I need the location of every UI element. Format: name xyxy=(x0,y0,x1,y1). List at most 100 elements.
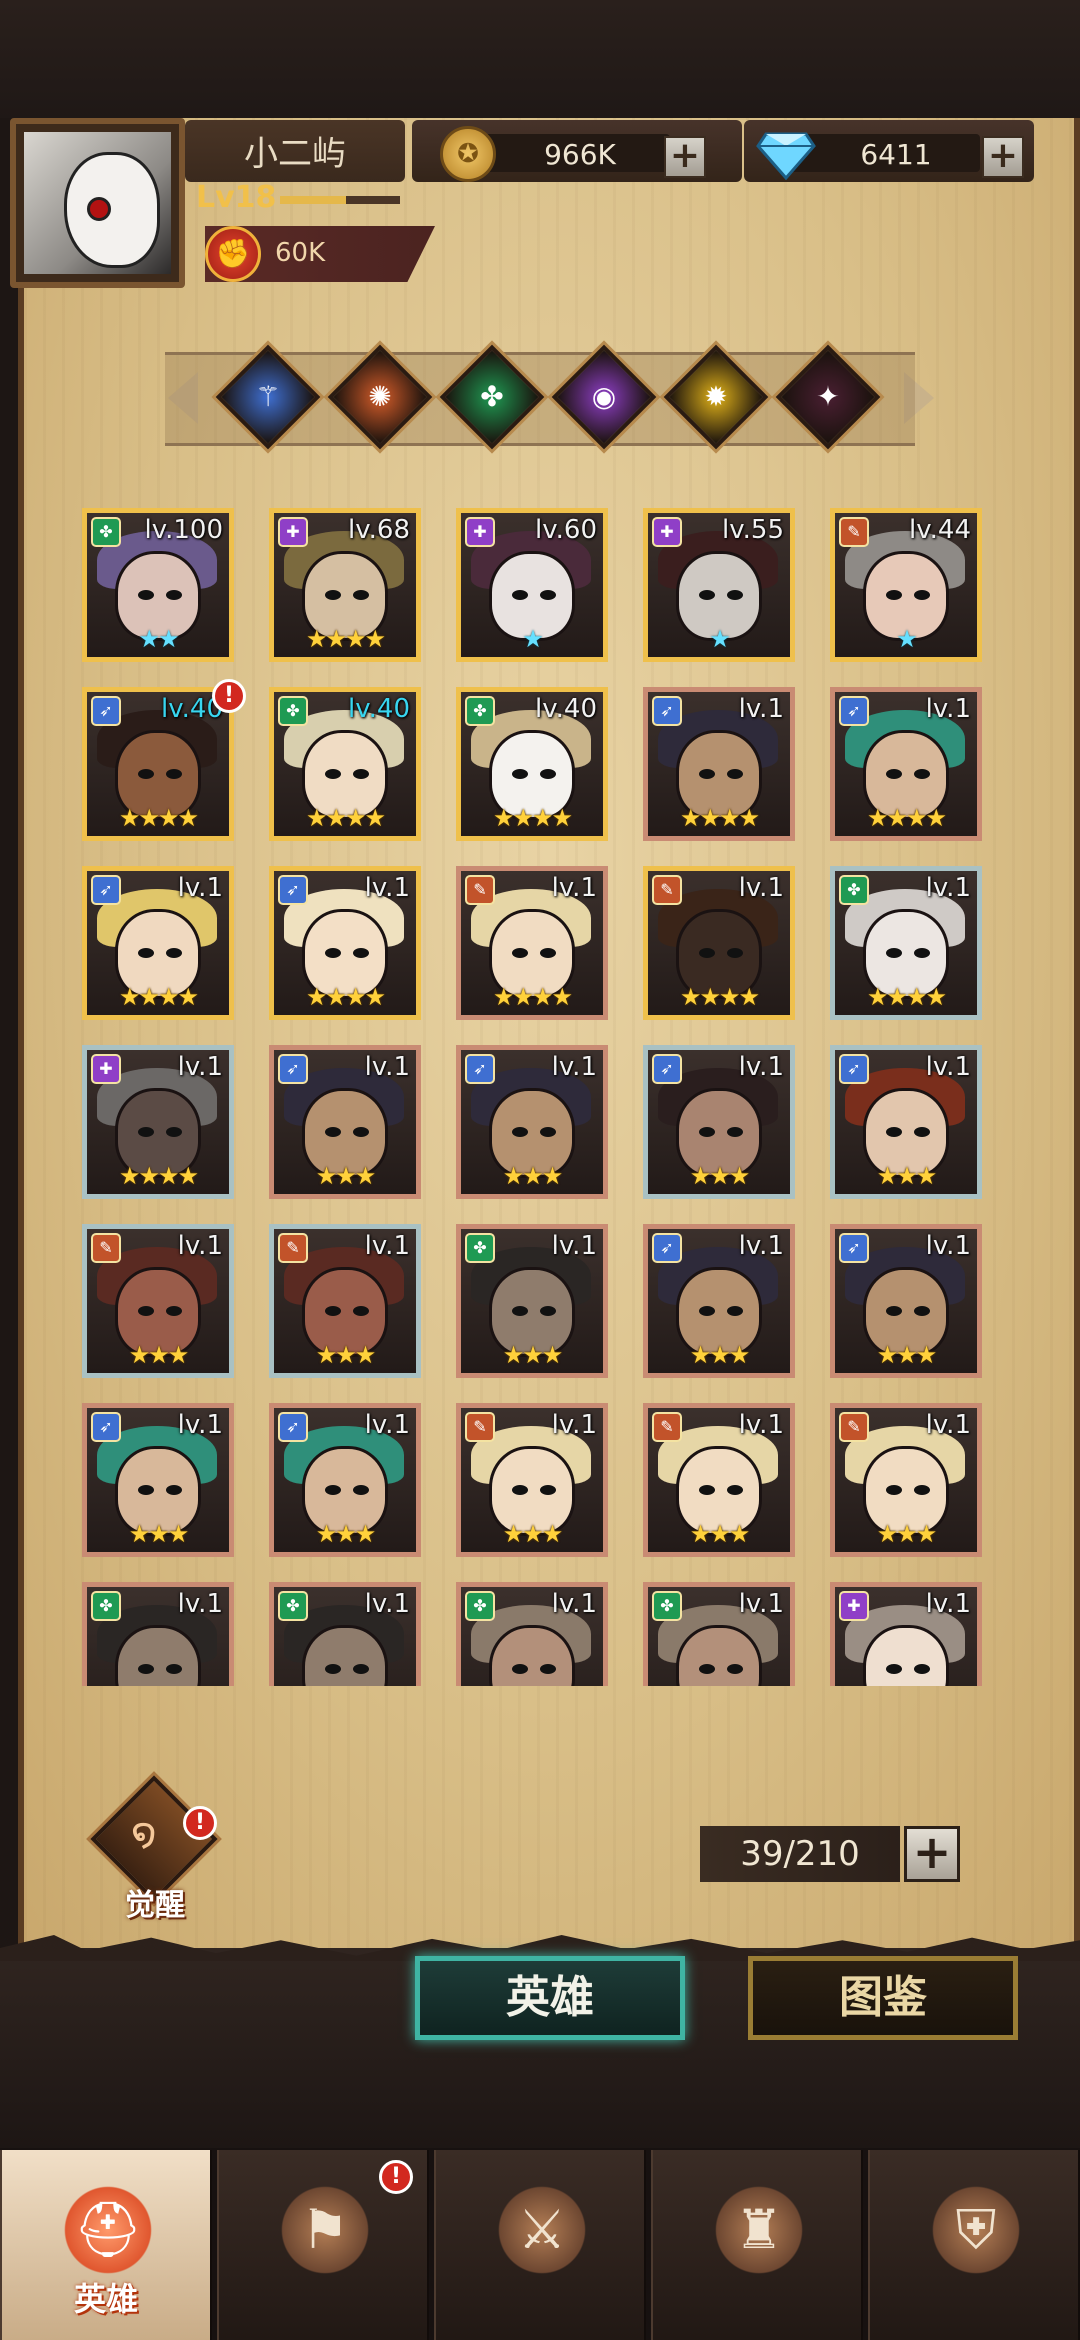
hero-level: lv.1 xyxy=(925,1410,971,1440)
hero-card[interactable]: ✎ lv.1 ★★★ xyxy=(456,1403,608,1557)
hero-card[interactable]: ✚ lv.1 ★★★★ xyxy=(82,1045,234,1199)
hero-level: lv.1 xyxy=(738,1410,784,1440)
hero-class-icon: ➶ xyxy=(652,1233,682,1263)
hero-card[interactable]: ✎ lv.1 ★★★ xyxy=(830,1403,982,1557)
hero-card[interactable]: ✎ lv.1 ★★★ xyxy=(643,1403,795,1557)
hero-level: lv.1 xyxy=(364,873,410,903)
hero-card[interactable]: ➶ lv.1 ★★★ xyxy=(643,1045,795,1199)
hero-card[interactable]: ✚ lv.1 xyxy=(830,1582,982,1686)
hero-level: lv.1 xyxy=(925,1589,971,1619)
hero-helmet-icon: ⛑ xyxy=(58,2180,158,2280)
hero-card[interactable]: ✤ lv.1 xyxy=(82,1582,234,1686)
tab-heroes[interactable]: 英雄 xyxy=(415,1956,685,2040)
hero-card[interactable]: ✤ lv.40 ★★★★ xyxy=(269,687,421,841)
hero-class-icon: ✎ xyxy=(652,875,682,905)
hero-eye xyxy=(166,1306,182,1316)
hero-card[interactable]: ➶ lv.40 ★★★★ xyxy=(82,687,234,841)
hero-level: lv.1 xyxy=(925,1052,971,1082)
hero-class-icon: ➶ xyxy=(652,1054,682,1084)
nav-hero-helmet[interactable]: ⛑ 英雄 xyxy=(0,2150,212,2340)
hero-level: lv.1 xyxy=(177,1052,223,1082)
hero-card[interactable]: ✎ lv.1 ★★★★ xyxy=(456,866,608,1020)
add-gold-button[interactable]: + xyxy=(664,136,706,178)
nav-label: 英雄 xyxy=(73,2280,138,2318)
hero-eye xyxy=(166,769,182,779)
shadow-faction-icon-glyph: ◉ xyxy=(591,380,617,413)
castle-tower-icon: ♜ xyxy=(709,2180,809,2280)
hero-eye xyxy=(353,1485,369,1495)
add-gems-button[interactable]: + xyxy=(982,136,1024,178)
hero-star-rating: ★★★ xyxy=(502,1341,564,1369)
hero-star-rating: ★ xyxy=(522,625,544,653)
hero-star-rating: ★★★★ xyxy=(679,804,760,832)
top-bar xyxy=(0,0,1080,118)
hero-card[interactable]: ✤ lv.100 ★★ xyxy=(82,508,234,662)
hero-card[interactable]: ➶ lv.1 ★★★★ xyxy=(269,866,421,1020)
hero-card[interactable]: ✎ lv.1 ★★★ xyxy=(82,1224,234,1378)
hero-eye xyxy=(138,590,154,600)
hero-card[interactable]: ✤ lv.1 xyxy=(269,1582,421,1686)
hero-eye xyxy=(699,1306,715,1316)
hero-card[interactable]: ✤ lv.1 xyxy=(643,1582,795,1686)
hero-card[interactable]: ➶ lv.1 ★★★ xyxy=(643,1224,795,1378)
hero-card[interactable]: ✎ lv.44 ★ xyxy=(830,508,982,662)
hero-card[interactable]: ✤ lv.1 xyxy=(456,1582,608,1686)
awaken-button[interactable]: ໑ ! xyxy=(90,1775,218,1903)
hero-card[interactable]: ✚ lv.68 ★★★★ xyxy=(269,508,421,662)
hero-class-icon: ✚ xyxy=(465,517,495,547)
hero-class-icon: ✚ xyxy=(91,1054,121,1084)
hero-class-icon: ➶ xyxy=(839,1054,869,1084)
hero-level: lv.1 xyxy=(551,1589,597,1619)
hero-star-rating: ★★★★ xyxy=(305,804,386,832)
hero-card[interactable]: ➶ lv.1 ★★★ xyxy=(269,1403,421,1557)
player-avatar[interactable] xyxy=(10,118,185,288)
nav-battle-swords[interactable]: ⚔ xyxy=(434,2150,646,2340)
hero-eye xyxy=(914,1664,930,1674)
hero-card[interactable]: ✤ lv.1 ★★★★ xyxy=(830,866,982,1020)
hero-class-icon: ➶ xyxy=(91,696,121,726)
hero-eye xyxy=(699,590,715,600)
hero-card[interactable]: ✚ lv.60 ★ xyxy=(456,508,608,662)
hero-alert-icon: ! xyxy=(212,679,246,713)
hero-eye xyxy=(325,769,341,779)
hero-level: lv.1 xyxy=(551,1231,597,1261)
nav-guild-shield[interactable]: ⛨ xyxy=(868,2150,1080,2340)
hero-card[interactable]: ➶ lv.1 ★★★★ xyxy=(643,687,795,841)
nature-faction-icon-glyph: ✤ xyxy=(480,380,504,413)
expand-slots-button[interactable]: + xyxy=(904,1826,960,1882)
hero-card[interactable]: ➶ lv.1 ★★★★ xyxy=(830,687,982,841)
nav-adventure-flag[interactable]: ⚑! xyxy=(217,2150,429,2340)
hero-eye xyxy=(166,1664,182,1674)
hero-card[interactable]: ✎ lv.1 ★★★★ xyxy=(643,866,795,1020)
awaken-label: 觉醒 xyxy=(125,1888,185,1923)
hero-eye xyxy=(914,1127,930,1137)
hero-eye xyxy=(727,1306,743,1316)
hero-card[interactable]: ➶ lv.1 ★★★★ xyxy=(82,866,234,1020)
hero-star-rating: ★★★ xyxy=(876,1520,938,1548)
hero-level: lv.1 xyxy=(925,873,971,903)
hero-class-icon: ✚ xyxy=(839,1591,869,1621)
hero-card[interactable]: ➶ lv.1 ★★★ xyxy=(82,1403,234,1557)
hero-card[interactable]: ➶ lv.1 ★★★ xyxy=(830,1224,982,1378)
hero-eye xyxy=(512,1306,528,1316)
hero-star-rating: ★★★ xyxy=(502,1162,564,1190)
hero-class-icon: ✎ xyxy=(465,875,495,905)
hero-class-icon: ✤ xyxy=(465,696,495,726)
hero-card[interactable]: ➶ lv.1 ★★★ xyxy=(456,1045,608,1199)
hero-star-rating: ★★★★ xyxy=(679,983,760,1011)
hero-eye xyxy=(699,769,715,779)
hero-eye xyxy=(325,1127,341,1137)
hero-eye xyxy=(325,1485,341,1495)
nav-castle-tower[interactable]: ♜ xyxy=(651,2150,863,2340)
hero-card[interactable]: ➶ lv.1 ★★★ xyxy=(830,1045,982,1199)
hero-card[interactable]: ✤ lv.40 ★★★★ xyxy=(456,687,608,841)
hero-level: lv.1 xyxy=(364,1231,410,1261)
hero-class-icon: ➶ xyxy=(278,875,308,905)
hero-card[interactable]: ✤ lv.1 ★★★ xyxy=(456,1224,608,1378)
hero-card[interactable]: ➶ lv.1 ★★★ xyxy=(269,1045,421,1199)
hero-card[interactable]: ✎ lv.1 ★★★ xyxy=(269,1224,421,1378)
hero-card[interactable]: ✚ lv.55 ★ xyxy=(643,508,795,662)
hero-star-rating: ★★★ xyxy=(689,1341,751,1369)
hero-star-rating: ★★★ xyxy=(502,1520,564,1548)
tab-codex[interactable]: 图鉴 xyxy=(748,1956,1018,2040)
